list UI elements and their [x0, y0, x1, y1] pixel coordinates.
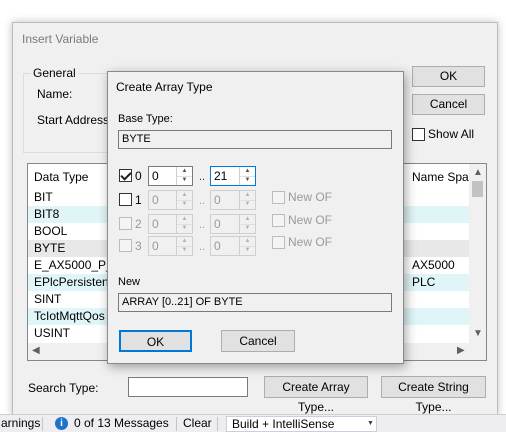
ok-button[interactable]: OK — [412, 66, 485, 87]
dim-1-label: 1 — [135, 193, 142, 207]
dim-0-lower-value: 0 — [152, 169, 159, 183]
spin-down-icon[interactable]: ▼ — [177, 176, 192, 185]
range-separator: .. — [199, 195, 206, 207]
dim-0-upper-spinner[interactable]: 21 ▲ ▼ — [210, 166, 256, 186]
dim-2-new-of-label: New OF — [288, 235, 333, 249]
dim-0-new-of-checkbox[interactable] — [272, 191, 285, 204]
list-item-type: BIT8 — [34, 207, 60, 221]
build-filter-value: Build + IntelliSense — [232, 417, 335, 431]
vertical-scrollbar[interactable]: ▲ ▼ — [469, 164, 486, 343]
separator — [217, 417, 218, 431]
error-list-toolbar: arnings i 0 of 13 Messages Clear Build +… — [0, 414, 506, 432]
create-array-type-button[interactable]: Create Array Type... — [264, 376, 368, 414]
list-item-type: BIT — [34, 190, 53, 204]
dim-2-label: 2 — [135, 217, 142, 231]
list-item-type: SINT — [34, 292, 62, 306]
chevron-down-icon[interactable]: ▼ — [367, 417, 374, 431]
info-icon: i — [55, 417, 68, 430]
dialog-ok-label: OK — [146, 335, 165, 349]
spin-down-icon[interactable]: ▼ — [240, 246, 255, 255]
list-item-type: BOOL — [34, 224, 68, 238]
create-array-type-label: Create Array Type... — [282, 380, 350, 414]
range-separator: .. — [199, 219, 206, 231]
dim-1-checkbox[interactable] — [119, 193, 132, 206]
dim-1-upper-spinner[interactable]: 0 ▲ ▼ — [210, 190, 256, 210]
cancel-button-label: Cancel — [429, 97, 468, 111]
dim-1-new-of-checkbox[interactable] — [272, 214, 285, 227]
dialog-ok-button[interactable]: OK — [119, 330, 192, 352]
base-type-label: Base Type: — [118, 113, 173, 125]
dim-2-upper-spinner[interactable]: 0 ▲ ▼ — [210, 214, 256, 234]
show-all-checkbox[interactable] — [412, 128, 425, 141]
general-group-label: General — [31, 66, 78, 80]
spin-down-icon[interactable]: ▼ — [240, 176, 255, 185]
base-type-field: BYTE — [118, 130, 392, 149]
spin-down-icon[interactable]: ▼ — [240, 224, 255, 233]
dim-0-label: 0 — [135, 169, 142, 183]
cancel-button[interactable]: Cancel — [412, 94, 485, 115]
spin-down-icon[interactable]: ▼ — [177, 224, 192, 233]
search-type-label: Search Type: — [28, 381, 99, 395]
clear-button[interactable]: Clear — [183, 415, 212, 432]
range-separator: .. — [199, 171, 206, 183]
separator — [42, 417, 43, 431]
new-label: New — [118, 276, 141, 288]
dim-2-upper-value: 0 — [214, 217, 221, 231]
list-item-type: USINT — [34, 326, 70, 340]
search-type-input[interactable] — [128, 377, 248, 397]
create-string-type-button[interactable]: Create String Type... — [381, 376, 486, 414]
scroll-thumb[interactable] — [472, 181, 483, 197]
separator — [176, 417, 177, 431]
dim-3-checkbox[interactable] — [119, 239, 132, 252]
dim-3-lower-spinner[interactable]: 0 ▲ ▼ — [148, 236, 193, 256]
messages-filter[interactable]: 0 of 13 Messages — [74, 415, 169, 432]
new-type-field: ARRAY [0..21] OF BYTE — [118, 293, 392, 312]
dim-3-lower-value: 0 — [152, 239, 159, 253]
name-label: Name: — [37, 87, 73, 101]
dim-2-new-of-checkbox[interactable] — [272, 236, 285, 249]
build-filter-dropdown[interactable]: Build + IntelliSense ▼ — [226, 416, 377, 432]
dim-1-lower-value: 0 — [152, 193, 159, 207]
spin-down-icon[interactable]: ▼ — [240, 200, 255, 209]
dim-0-lower-spinner[interactable]: 0 ▲ ▼ — [148, 166, 193, 186]
spin-down-icon[interactable]: ▼ — [177, 246, 192, 255]
dim-3-label: 3 — [135, 239, 142, 253]
dim-2-lower-value: 0 — [152, 217, 159, 231]
scroll-left-icon[interactable]: ◀ — [32, 345, 40, 356]
dim-1-lower-spinner[interactable]: 0 ▲ ▼ — [148, 190, 193, 210]
dialog-cancel-label: Cancel — [239, 334, 277, 348]
list-item-type: BYTE — [34, 241, 66, 255]
scroll-down-icon[interactable]: ▼ — [473, 328, 483, 339]
start-address-label: Start Address: — [37, 113, 113, 127]
scroll-right-icon[interactable]: ▶ — [457, 345, 465, 356]
dim-0-checkbox[interactable] — [119, 169, 132, 182]
list-item-namespace: AX5000 — [412, 258, 455, 272]
dialog-cancel-button[interactable]: Cancel — [221, 330, 295, 352]
list-item-type: TcIotMqttQos — [34, 309, 105, 323]
range-separator: .. — [199, 241, 206, 253]
dim-1-upper-value: 0 — [214, 193, 221, 207]
dim-3-upper-spinner[interactable]: 0 ▲ ▼ — [210, 236, 256, 256]
create-string-type-label: Create String Type... — [398, 380, 469, 414]
dim-0-upper-value: 21 — [214, 169, 228, 183]
dialog-title: Create Array Type — [116, 80, 213, 94]
dim-1-new-of-label: New OF — [288, 213, 333, 227]
create-array-type-dialog: Create Array Type Base Type: BYTE 0 0 ▲ ▼… — [107, 71, 404, 364]
dim-3-upper-value: 0 — [214, 239, 221, 253]
dim-0-new-of-label: New OF — [288, 190, 333, 204]
ok-button-label: OK — [439, 69, 458, 83]
dim-2-lower-spinner[interactable]: 0 ▲ ▼ — [148, 214, 193, 234]
column-header-data-type[interactable]: Data Type — [34, 170, 88, 184]
column-header-namespace[interactable]: Name Spac — [412, 170, 475, 184]
scroll-up-icon[interactable]: ▲ — [473, 167, 483, 178]
show-all-label: Show All — [428, 127, 475, 141]
spin-down-icon[interactable]: ▼ — [177, 200, 192, 209]
window-title: Insert Variable — [22, 32, 99, 46]
warnings-filter[interactable]: arnings — [1, 415, 40, 432]
dim-2-checkbox[interactable] — [119, 217, 132, 230]
list-item-namespace: PLC — [412, 275, 436, 289]
